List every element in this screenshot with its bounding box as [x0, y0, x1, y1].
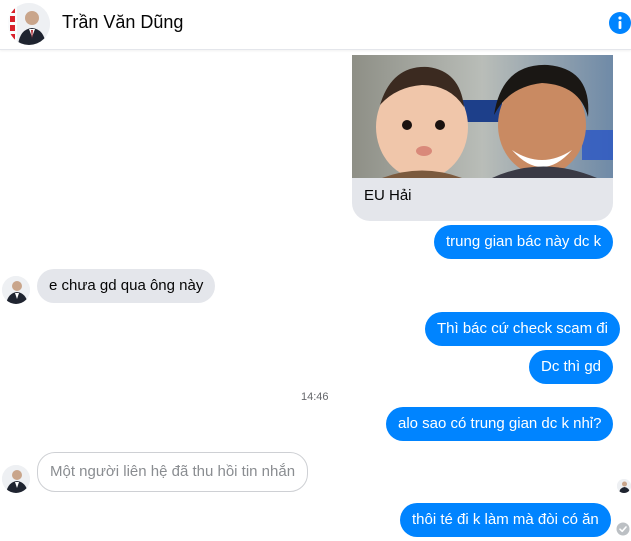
- shared-card-label: EU Hải: [364, 187, 412, 204]
- shared-photo: [352, 55, 613, 179]
- contact-name[interactable]: Trần Văn Dũng: [62, 12, 183, 33]
- message-timestamp: 14:46: [301, 391, 329, 403]
- check-circle-icon: [616, 522, 630, 536]
- info-icon[interactable]: [607, 10, 631, 36]
- contact-avatar-icon[interactable]: [8, 3, 50, 45]
- message-outgoing[interactable]: trung gian bác này dc k: [434, 225, 614, 259]
- seen-avatar-icon: [617, 479, 631, 493]
- message-outgoing[interactable]: Thì bác cứ check scam đi: [425, 312, 620, 346]
- message-outgoing[interactable]: Dc thì gd: [529, 350, 614, 384]
- unsent-message-notice: Một người liên hệ đã thu hồi tin nhắn: [37, 452, 309, 492]
- message-outgoing[interactable]: alo sao có trung gian dc k nhỉ?: [386, 407, 614, 441]
- chat-header: Trần Văn Dũng: [0, 0, 631, 50]
- contact-avatar-icon[interactable]: [2, 465, 30, 493]
- shared-link-card[interactable]: EU Hải: [352, 55, 613, 221]
- message-incoming[interactable]: e chưa gd qua ông này: [37, 269, 216, 303]
- message-outgoing[interactable]: thôi té đi k làm mà đòi có ăn: [400, 503, 611, 537]
- contact-avatar-icon[interactable]: [2, 276, 30, 304]
